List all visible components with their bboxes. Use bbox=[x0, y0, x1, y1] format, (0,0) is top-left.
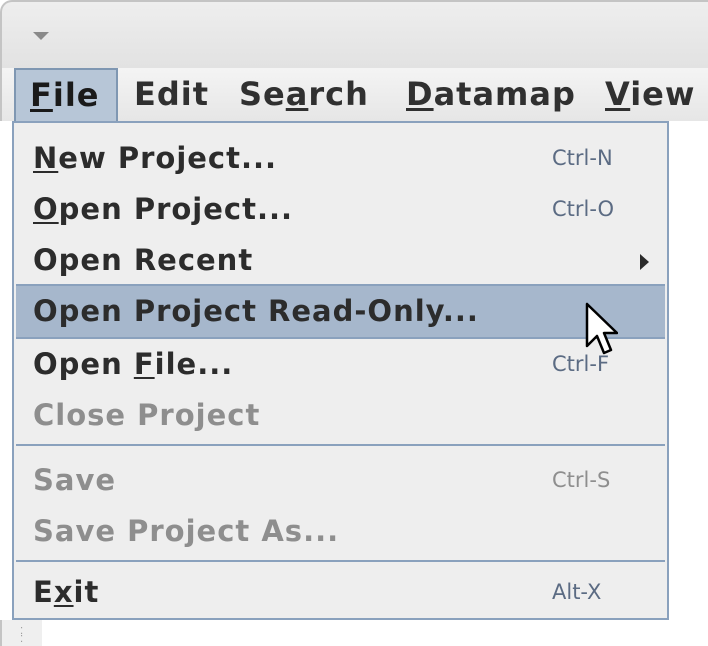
menu-item-label: Open Project... bbox=[33, 192, 294, 226]
resize-grip-icon[interactable]: ⁚ ⁚ bbox=[0, 620, 42, 646]
menu-datamap[interactable]: Datamap bbox=[406, 68, 576, 121]
menu-item-label: Open File... bbox=[33, 347, 234, 381]
menu-item-open-recent[interactable]: Open Recent bbox=[16, 233, 665, 288]
menu-item-open-project[interactable]: Open Project... Ctrl-O bbox=[16, 182, 665, 237]
menu-view[interactable]: View bbox=[605, 68, 695, 121]
menu-item-close-project[interactable]: Close Project bbox=[16, 388, 665, 443]
menu-item-exit[interactable]: Exit Alt-X bbox=[16, 565, 665, 620]
menu-search-pre: Se bbox=[239, 75, 286, 113]
menu-item-label: Save Project As... bbox=[33, 514, 340, 548]
menu-item-label: Close Project bbox=[33, 398, 261, 432]
menu-item-new-project[interactable]: New Project... Ctrl-N bbox=[16, 131, 665, 186]
shortcut-label: Ctrl-S bbox=[552, 468, 611, 492]
menu-file-post: ile bbox=[52, 76, 100, 114]
menu-item-open-project-read-only[interactable]: Open Project Read-Only... bbox=[16, 284, 665, 339]
menu-item-label: Save bbox=[33, 463, 117, 497]
menu-datamap-mnemonic: D bbox=[406, 75, 434, 113]
menu-search[interactable]: Search bbox=[239, 68, 369, 121]
menu-edit-label: Edit bbox=[134, 75, 210, 113]
menu-separator bbox=[16, 444, 665, 446]
menu-search-mnemonic: a bbox=[285, 75, 309, 113]
menu-view-mnemonic: V bbox=[605, 75, 631, 113]
shortcut-label: Ctrl-N bbox=[552, 146, 613, 170]
menu-item-open-file[interactable]: Open File... Ctrl-F bbox=[16, 337, 665, 392]
menu-item-save-project-as[interactable]: Save Project As... bbox=[16, 504, 665, 559]
menu-item-save[interactable]: Save Ctrl-S bbox=[16, 453, 665, 508]
menu-file[interactable]: File bbox=[14, 68, 118, 121]
menu-bar: File Edit Search Datamap View bbox=[0, 68, 708, 121]
application-window: File Edit Search Datamap View New Projec… bbox=[0, 0, 708, 646]
menu-item-label: New Project... bbox=[33, 141, 278, 175]
window-menu-icon[interactable] bbox=[33, 32, 49, 40]
shortcut-label: Alt-X bbox=[552, 580, 602, 604]
menu-edit[interactable]: Edit bbox=[134, 68, 209, 121]
menu-search-post: rch bbox=[308, 75, 369, 113]
menu-datamap-post: atamap bbox=[433, 75, 576, 113]
mouse-cursor-icon bbox=[585, 302, 618, 355]
file-menu-dropdown: New Project... Ctrl-N Open Project... Ct… bbox=[12, 121, 669, 620]
menu-file-mnemonic: F bbox=[30, 76, 53, 114]
shortcut-label: Ctrl-O bbox=[552, 197, 615, 221]
submenu-arrow-icon bbox=[640, 254, 649, 270]
menu-item-label: Open Project Read-Only... bbox=[33, 294, 479, 328]
menu-view-post: iew bbox=[630, 75, 696, 113]
menu-item-label: Exit bbox=[33, 575, 100, 609]
menu-separator bbox=[16, 560, 665, 562]
title-bar bbox=[0, 0, 708, 68]
menu-item-label: Open Recent bbox=[33, 243, 254, 277]
